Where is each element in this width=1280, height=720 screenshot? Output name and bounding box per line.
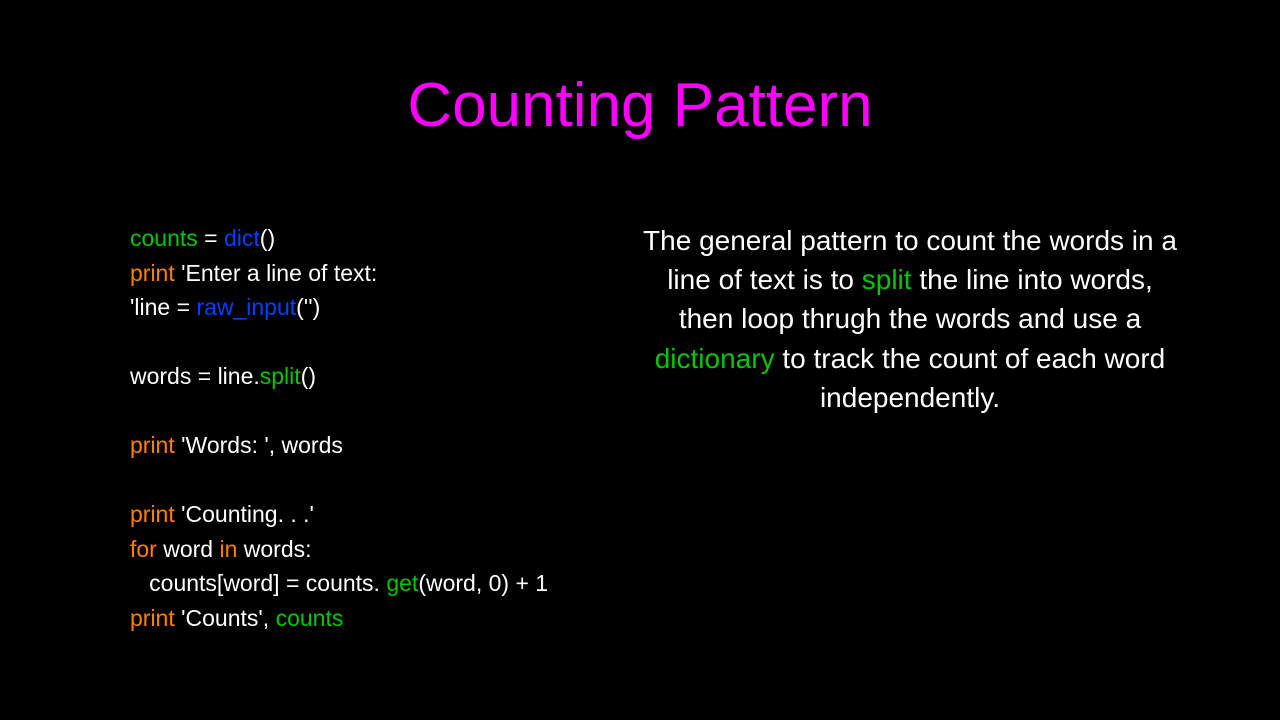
code-text: 'Counts', <box>175 605 276 631</box>
content-row: counts = dict() print 'Enter a line of t… <box>60 221 1220 635</box>
code-builtin: raw_input <box>196 294 296 320</box>
code-keyword: print <box>130 501 175 527</box>
code-text: 'Enter a line of text: <box>175 260 378 286</box>
desc-text: to track the count of each word independ… <box>775 343 1166 413</box>
code-builtin: dict <box>224 225 260 251</box>
code-text: 'Counting. . .' <box>175 501 314 527</box>
description: The general pattern to count the words i… <box>620 221 1220 635</box>
code-method: split <box>260 363 301 389</box>
code-text: ('') <box>296 294 320 320</box>
code-text: word <box>157 536 220 562</box>
code-text: () <box>260 225 275 251</box>
code-keyword: print <box>130 605 175 631</box>
code-text: counts[word] = counts. <box>130 570 386 596</box>
code-keyword: print <box>130 432 175 458</box>
code-text: words: <box>237 536 311 562</box>
code-keyword: for <box>130 536 157 562</box>
code-var: counts <box>276 605 344 631</box>
code-keyword: print <box>130 260 175 286</box>
slide-title: Counting Pattern <box>60 70 1220 141</box>
desc-highlight: split <box>862 264 912 295</box>
code-text: 'Words: ', words <box>175 432 343 458</box>
code-keyword: in <box>219 536 237 562</box>
code-var: counts <box>130 225 198 251</box>
code-text: (word, 0) + 1 <box>418 570 548 596</box>
slide: Counting Pattern counts = dict() print '… <box>0 0 1280 720</box>
code-text: = <box>198 225 224 251</box>
code-block: counts = dict() print 'Enter a line of t… <box>60 221 580 635</box>
desc-highlight: dictionary <box>655 343 775 374</box>
code-text: 'line = <box>130 294 196 320</box>
code-text: () <box>301 363 316 389</box>
code-text: words = line. <box>130 363 260 389</box>
code-method: get <box>386 570 418 596</box>
